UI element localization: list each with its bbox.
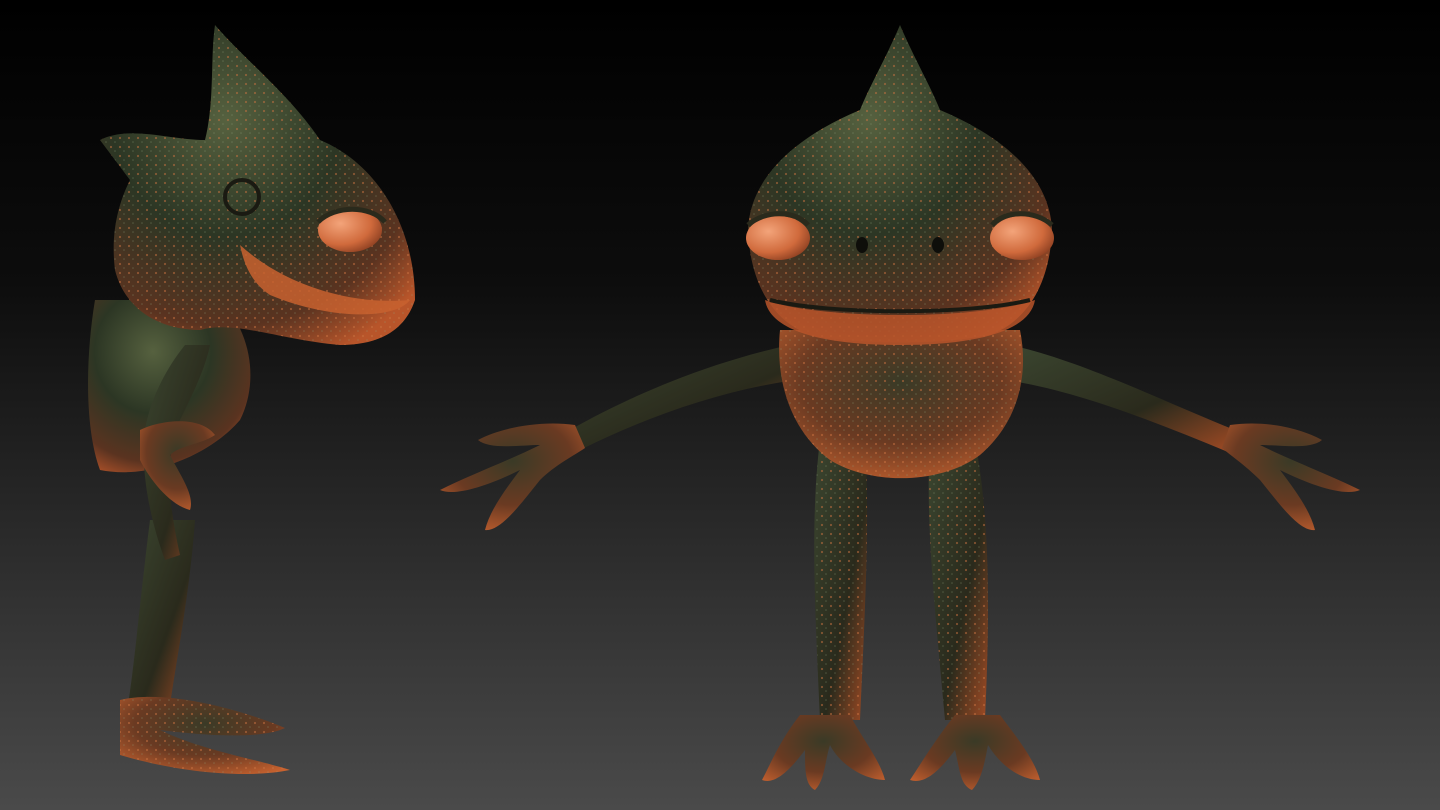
creature-render bbox=[0, 0, 1440, 810]
render-viewport bbox=[0, 0, 1440, 810]
